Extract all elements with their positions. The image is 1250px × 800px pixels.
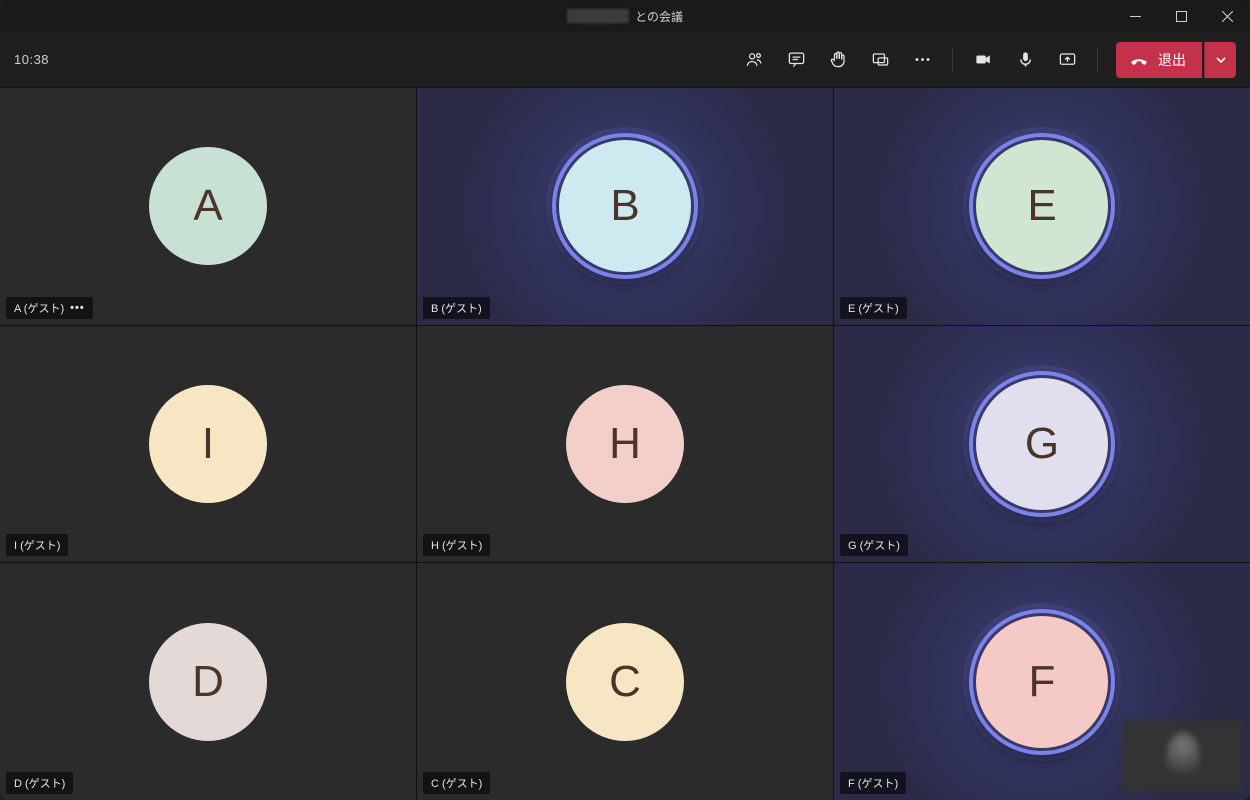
participant-label: H (ゲスト) <box>431 537 482 553</box>
people-icon <box>745 50 764 69</box>
camera-toggle-button[interactable] <box>963 40 1003 80</box>
avatar: A <box>149 147 267 265</box>
chevron-down-icon <box>1215 54 1227 66</box>
camera-icon <box>974 50 993 69</box>
more-icon <box>913 50 932 69</box>
participant-tile[interactable]: I I (ゲスト) <box>0 326 416 563</box>
close-button[interactable] <box>1204 0 1250 32</box>
avatar: B <box>559 140 691 272</box>
avatar-wrap: B <box>559 140 691 272</box>
leave-button[interactable]: 退出 <box>1116 42 1202 78</box>
participant-tile[interactable]: C C (ゲスト) <box>417 563 833 800</box>
mic-icon <box>1016 50 1035 69</box>
avatar-wrap: G <box>976 378 1108 510</box>
participant-tile[interactable]: E E (ゲスト) <box>834 88 1250 325</box>
avatar: F <box>976 616 1108 748</box>
participants-button[interactable] <box>734 40 774 80</box>
participant-tile[interactable]: D D (ゲスト) <box>0 563 416 800</box>
participant-name-badge: A (ゲスト) ••• <box>6 297 93 319</box>
participant-label: C (ゲスト) <box>431 775 482 791</box>
avatar-wrap: F <box>976 616 1108 748</box>
participant-grid: A A (ゲスト) ••• B B (ゲスト) E E (ゲスト) I I (ゲスト) H H (ゲ… <box>0 88 1250 800</box>
mic-toggle-button[interactable] <box>1005 40 1045 80</box>
raise-hand-icon <box>829 50 848 69</box>
participant-name-badge: E (ゲスト) <box>840 297 907 319</box>
toolbar-divider <box>952 47 953 73</box>
avatar-wrap: H <box>566 385 684 503</box>
chat-button[interactable] <box>776 40 816 80</box>
meeting-toolbar: 10:38 <box>0 32 1250 88</box>
maximize-icon <box>1176 11 1187 22</box>
leave-options-button[interactable] <box>1204 42 1236 78</box>
share-screen-button[interactable] <box>1047 40 1087 80</box>
minimize-icon <box>1130 11 1141 22</box>
participant-name-badge: D (ゲスト) <box>6 772 73 794</box>
close-icon <box>1222 11 1233 22</box>
participant-tile[interactable]: H H (ゲスト) <box>417 326 833 563</box>
meeting-window: ████ との会議 10:38 <box>0 0 1250 800</box>
avatar: I <box>149 385 267 503</box>
participant-tile[interactable]: B B (ゲスト) <box>417 88 833 325</box>
more-actions-button[interactable] <box>902 40 942 80</box>
participant-tile[interactable]: A A (ゲスト) ••• <box>0 88 416 325</box>
title-suffix: との会議 <box>635 8 683 25</box>
participant-label: A (ゲスト) <box>14 300 64 316</box>
raise-hand-button[interactable] <box>818 40 858 80</box>
avatar-wrap: I <box>149 385 267 503</box>
avatar: H <box>566 385 684 503</box>
participant-label: E (ゲスト) <box>848 300 899 316</box>
avatar-wrap: D <box>149 623 267 741</box>
participant-tile[interactable]: G G (ゲスト) <box>834 326 1250 563</box>
participant-label: F (ゲスト) <box>848 775 898 791</box>
participant-label: B (ゲスト) <box>431 300 482 316</box>
participant-name-badge: I (ゲスト) <box>6 534 68 556</box>
avatar: G <box>976 378 1108 510</box>
title-bar: ████ との会議 <box>0 0 1250 32</box>
chat-icon <box>787 50 806 69</box>
meeting-duration: 10:38 <box>14 52 49 67</box>
avatar-wrap: C <box>566 623 684 741</box>
maximize-button[interactable] <box>1158 0 1204 32</box>
participant-label: G (ゲスト) <box>848 537 900 553</box>
participant-name-badge: G (ゲスト) <box>840 534 908 556</box>
avatar-wrap: E <box>976 140 1108 272</box>
window-controls <box>1112 0 1250 32</box>
share-icon <box>1058 50 1077 69</box>
rooms-button[interactable] <box>860 40 900 80</box>
participant-name-badge: C (ゲスト) <box>423 772 490 794</box>
self-video-preview[interactable] <box>1122 720 1242 792</box>
participant-label: I (ゲスト) <box>14 537 60 553</box>
breakout-rooms-icon <box>871 50 890 69</box>
avatar: E <box>976 140 1108 272</box>
avatar-wrap: A <box>149 147 267 265</box>
minimize-button[interactable] <box>1112 0 1158 32</box>
participant-more-icon[interactable]: ••• <box>70 302 85 314</box>
participant-name-badge: F (ゲスト) <box>840 772 906 794</box>
avatar: D <box>149 623 267 741</box>
participant-name-badge: B (ゲスト) <box>423 297 490 319</box>
toolbar-divider-2 <box>1097 47 1098 73</box>
hangup-icon <box>1130 51 1148 69</box>
avatar: C <box>566 623 684 741</box>
participant-label: D (ゲスト) <box>14 775 65 791</box>
leave-label: 退出 <box>1158 50 1186 70</box>
participant-name-badge: H (ゲスト) <box>423 534 490 556</box>
toolbar-actions: 退出 <box>734 40 1236 80</box>
title-privacy-mask: ████ <box>567 9 629 23</box>
window-title: ████ との会議 <box>567 8 683 25</box>
